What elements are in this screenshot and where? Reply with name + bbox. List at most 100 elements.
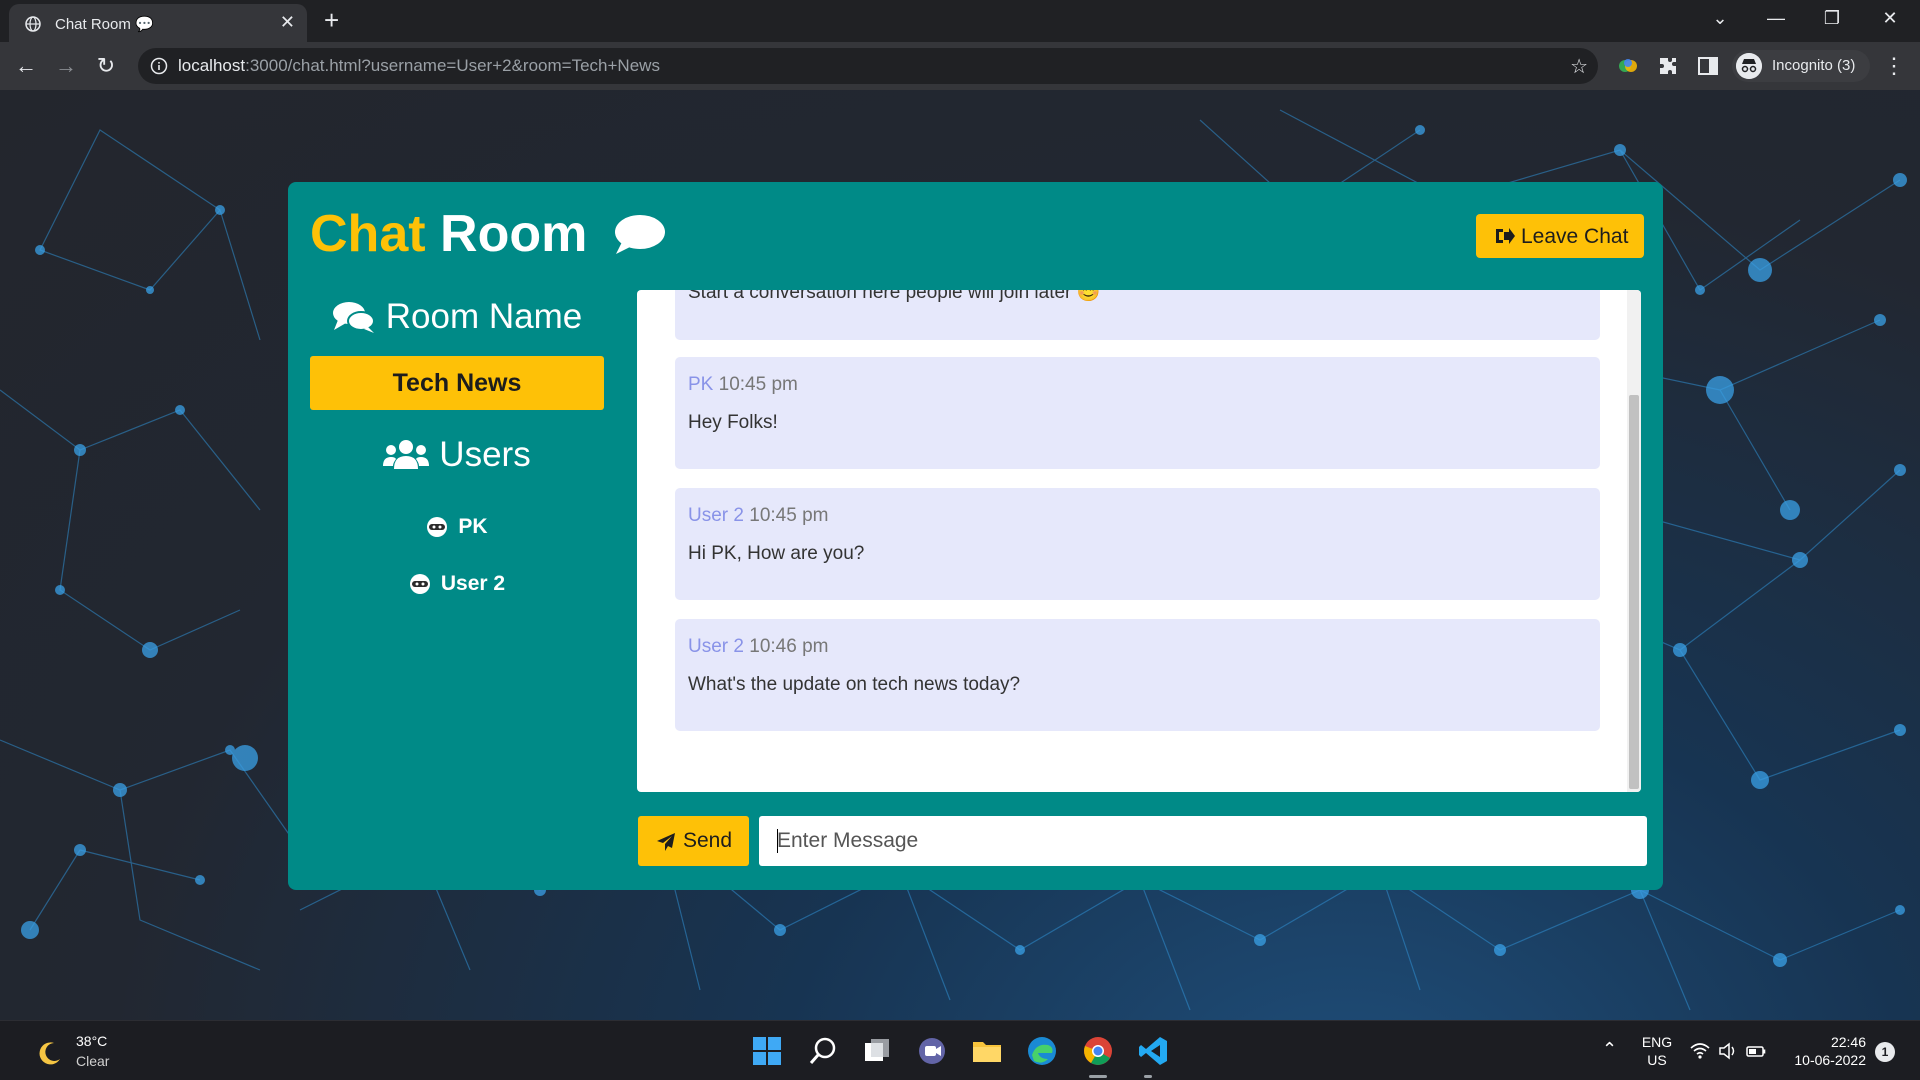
message-text: Hey Folks! (688, 412, 778, 433)
message-text: What's the update on tech news today? (688, 674, 1021, 695)
app-title-part2: Room (440, 205, 588, 263)
comments-icon (332, 302, 375, 333)
taskbar: 38°C Clear ⌃ ENG US 22:46 10-06-2022 1 (0, 1020, 1920, 1080)
chat-sidebar: Room Name Tech News Users PK User 2 (310, 292, 604, 612)
speech-bubble-icon (615, 215, 665, 254)
reload-icon[interactable]: ↻ (92, 52, 120, 80)
browser-menu-icon[interactable]: ⋮ (1880, 52, 1908, 80)
tab-close-icon[interactable]: ✕ (280, 12, 295, 32)
site-info-icon[interactable] (150, 57, 168, 75)
browser-tab-bar: Chat Room 💬 ✕ + ⌄ — ❐ ✕ (0, 0, 1920, 42)
scrollbar-thumb[interactable] (1629, 395, 1639, 789)
forward-icon[interactable]: → (52, 52, 80, 80)
message-text: Start a conversation here people will jo… (688, 290, 1101, 303)
chrome-active-indicator (1089, 1075, 1107, 1078)
tab-title: Chat Room 💬 (55, 16, 154, 33)
app-title: Chat Room (310, 204, 587, 264)
weather-description[interactable]: Clear (76, 1053, 109, 1069)
restore-button[interactable]: ❐ (1812, 6, 1852, 30)
message-card: PK 10:45 pm Hey Folks! (675, 357, 1600, 469)
back-icon[interactable]: ← (12, 52, 40, 80)
incognito-profile-button[interactable]: Incognito (3) (1732, 50, 1870, 82)
room-name-value: Tech News (310, 356, 604, 410)
new-tab-button[interactable]: + (324, 6, 339, 34)
users-icon (383, 440, 430, 469)
users-heading-label: Users (439, 435, 531, 474)
chat-messages[interactable]: Start a conversation here people will jo… (637, 290, 1641, 792)
message-time: 10:45 pm (749, 505, 829, 526)
extensions-puzzle-icon[interactable] (1656, 54, 1680, 78)
message-card: User 2 10:46 pm What's the update on tec… (675, 619, 1600, 731)
clock-time: 22:46 (1830, 1034, 1866, 1050)
incognito-icon (1736, 53, 1762, 79)
page-viewport: Chat Room Leave Chat Room Name Tech News… (0, 90, 1920, 1020)
start-icon[interactable] (751, 1035, 783, 1067)
bookmark-star-icon[interactable]: ☆ (1570, 54, 1588, 79)
message-card: User 2 10:45 pm Hi PK, How are you? (675, 488, 1600, 600)
tab-search-icon[interactable]: ⌄ (1700, 6, 1740, 30)
edge-icon[interactable] (1026, 1035, 1058, 1067)
message-text: Hi PK, How are you? (688, 543, 865, 564)
notification-badge[interactable]: 1 (1875, 1042, 1895, 1062)
language-indicator[interactable]: ENG US (1640, 1033, 1674, 1069)
extension-colorful-icon[interactable] (1616, 54, 1640, 78)
user-name: User 2 (440, 571, 506, 595)
send-button[interactable]: Send (638, 816, 749, 866)
sign-out-icon (1496, 228, 1515, 244)
address-bar[interactable]: localhost:3000/chat.html?username=User+2… (138, 48, 1598, 84)
incognito-label: Incognito (3) (1772, 57, 1856, 74)
room-name-heading: Room Name (310, 292, 604, 342)
vscode-running-indicator (1144, 1075, 1152, 1078)
text-caret (777, 829, 778, 853)
message-username: User 2 (688, 636, 744, 657)
minimize-button[interactable]: — (1756, 6, 1796, 30)
room-name-heading-label: Room Name (385, 297, 583, 336)
user-name: PK (458, 514, 488, 538)
clock-date: 10-06-2022 (1794, 1052, 1866, 1068)
paper-plane-icon (657, 833, 675, 851)
region-code: US (1647, 1052, 1667, 1068)
battery-icon[interactable] (1746, 1041, 1766, 1061)
chat-app-panel: Chat Room Leave Chat Room Name Tech News… (288, 182, 1663, 890)
tray-overflow-icon[interactable]: ⌃ (1602, 1039, 1617, 1060)
close-window-button[interactable]: ✕ (1870, 6, 1910, 30)
volume-icon[interactable] (1718, 1041, 1738, 1061)
moon-icon[interactable] (36, 1039, 64, 1067)
message-meta: User 2 10:46 pm (688, 636, 828, 658)
user-ninja-icon (409, 573, 430, 594)
user-list-item: User 2 (310, 555, 604, 612)
message-time: 10:45 pm (718, 374, 798, 395)
message-meta: PK 10:45 pm (688, 374, 798, 396)
task-view-icon[interactable] (861, 1035, 893, 1067)
chat-icon[interactable] (916, 1035, 948, 1067)
browser-tab-chat-room[interactable]: Chat Room 💬 ✕ (9, 4, 307, 42)
message-meta: User 2 10:45 pm (688, 505, 828, 527)
users-heading: Users (310, 430, 604, 480)
leave-chat-label: Leave Chat (1521, 225, 1629, 248)
side-panel-icon[interactable] (1696, 54, 1720, 78)
wifi-icon[interactable] (1690, 1041, 1710, 1061)
search-icon[interactable] (807, 1035, 839, 1067)
file-explorer-icon[interactable] (971, 1035, 1003, 1067)
leave-chat-button[interactable]: Leave Chat (1476, 214, 1644, 258)
message-card: Start a conversation here people will jo… (675, 290, 1600, 340)
url-path: :3000/chat.html?username=User+2&room=Tec… (245, 56, 660, 75)
message-username: PK (688, 374, 714, 395)
url-text: localhost:3000/chat.html?username=User+2… (178, 56, 660, 76)
message-input[interactable] (759, 816, 1647, 866)
messages-scrollbar[interactable] (1627, 290, 1641, 792)
browser-toolbar: ← → ↻ localhost:3000/chat.html?username=… (0, 42, 1920, 90)
system-clock[interactable]: 22:46 10-06-2022 (1784, 1033, 1866, 1069)
user-ninja-icon (427, 516, 448, 537)
weather-temperature[interactable]: 38°C (76, 1033, 107, 1049)
chrome-icon[interactable] (1082, 1035, 1114, 1067)
user-list: PK User 2 (310, 498, 604, 612)
message-username: User 2 (688, 505, 744, 526)
globe-icon (25, 16, 41, 32)
app-title-part1: Chat (310, 205, 426, 263)
vscode-icon[interactable] (1137, 1035, 1169, 1067)
send-label: Send (683, 829, 733, 852)
message-time: 10:46 pm (749, 636, 829, 657)
language-code: ENG (1641, 1034, 1673, 1050)
user-list-item: PK (310, 498, 604, 555)
